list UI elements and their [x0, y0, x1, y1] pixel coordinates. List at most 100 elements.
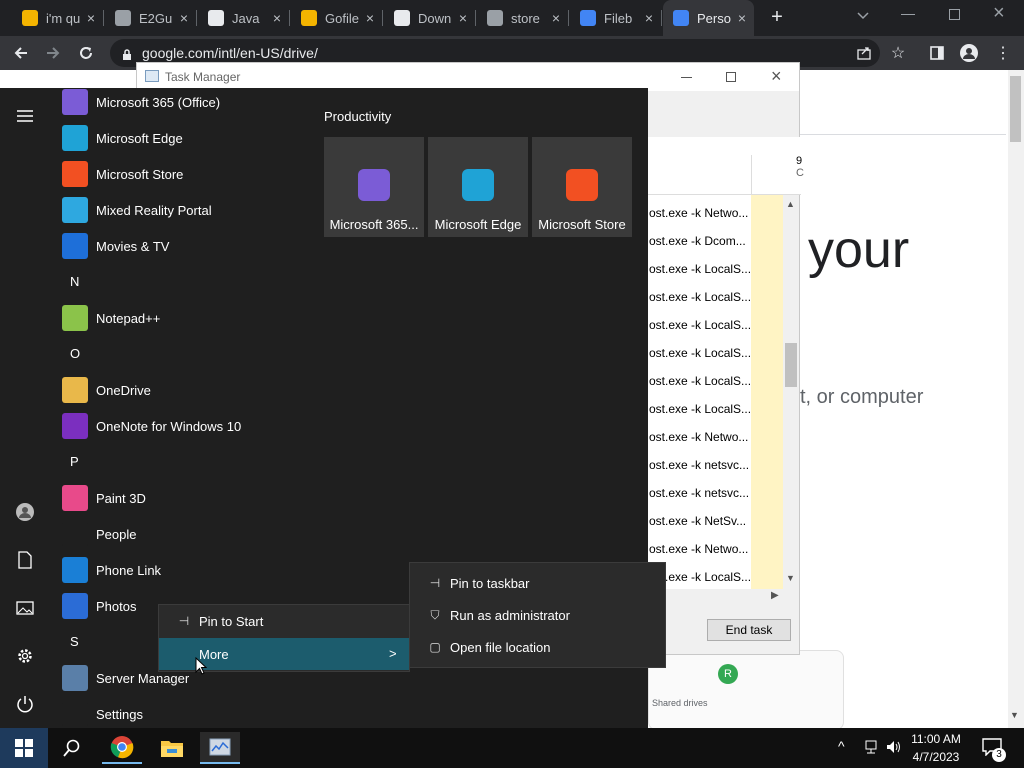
tab-close-icon[interactable]: ×	[366, 10, 374, 26]
clock-date[interactable]: 4/7/2023	[906, 750, 966, 764]
windows-start-button[interactable]	[0, 728, 48, 768]
app-list-item[interactable]: Microsoft Edge	[62, 120, 183, 156]
profile-icon[interactable]	[956, 40, 982, 66]
back-icon[interactable]	[8, 40, 34, 66]
page-scroll-thumb[interactable]	[1010, 76, 1021, 142]
tab-close-icon[interactable]: ×	[738, 10, 746, 26]
restore-window-button[interactable]	[949, 9, 960, 20]
page-divider	[800, 134, 1006, 135]
chevron-right-icon: >	[389, 646, 397, 661]
section-letter[interactable]: P	[70, 454, 79, 469]
edge-icon	[462, 169, 494, 201]
task-manager-taskbar-icon[interactable]	[200, 732, 240, 764]
tab-favicon-icon	[22, 10, 38, 26]
app-list-item[interactable]: Settings	[62, 696, 143, 732]
share-icon[interactable]	[856, 45, 872, 61]
reload-icon[interactable]	[73, 40, 99, 66]
edge-icon	[62, 125, 88, 151]
minimize-window-button[interactable]	[901, 14, 915, 15]
productivity-tile[interactable]: Microsoft Edge	[428, 137, 528, 237]
section-letter[interactable]: O	[70, 346, 80, 361]
app-list-item[interactable]: Mixed Reality Portal	[62, 192, 212, 228]
settings-gear-icon[interactable]	[13, 644, 37, 668]
app-list-item[interactable]: Notepad++	[62, 300, 160, 336]
onenote-icon	[62, 413, 88, 439]
search-icon[interactable]	[52, 732, 92, 764]
tm-close-button[interactable]: ×	[771, 66, 782, 87]
forward-icon[interactable]	[40, 40, 66, 66]
bookmark-star-icon[interactable]: ☆	[885, 40, 911, 66]
browser-tab[interactable]: E2Gu ×	[105, 0, 197, 36]
hamburger-menu-icon[interactable]	[13, 104, 37, 128]
browser-tab[interactable]: Java ×	[198, 0, 290, 36]
browser-tab[interactable]: Gofile ×	[291, 0, 383, 36]
section-letter[interactable]: S	[70, 634, 79, 649]
app-list-item[interactable]: People	[62, 516, 136, 552]
tab-title: Gofile	[325, 10, 359, 26]
app-list-item[interactable]: Photos	[62, 588, 136, 624]
page-scrollbar[interactable]	[1008, 70, 1024, 728]
tab-favicon-icon	[487, 10, 503, 26]
scroll-down-arrow-icon[interactable]: ▼	[1010, 710, 1019, 720]
app-list-item[interactable]: Phone Link	[62, 552, 161, 588]
clock-time[interactable]: 11:00 AM	[906, 732, 966, 746]
tab-title: Perso	[697, 10, 731, 26]
tab-close-icon[interactable]: ×	[87, 10, 95, 26]
onedrive-folder-icon	[62, 377, 88, 403]
tab-close-icon[interactable]: ×	[459, 10, 467, 26]
tm-scroll-thumb[interactable]	[785, 343, 797, 387]
browser-tab[interactable]: Fileb ×	[570, 0, 662, 36]
app-list-item[interactable]: Paint 3D	[62, 480, 146, 516]
volume-icon[interactable]	[886, 740, 902, 754]
section-letter[interactable]: N	[70, 274, 79, 289]
tm-scroll-right-icon[interactable]: ▶	[771, 590, 779, 601]
app-list-item[interactable]: OneDrive	[62, 372, 151, 408]
submenu-item[interactable]: ▢ Open file location	[410, 631, 665, 663]
app-list-item[interactable]: OneNote for Windows 10	[62, 408, 241, 444]
page-heading: your	[808, 221, 910, 279]
tm-vertical-scrollbar[interactable]	[783, 195, 799, 591]
tm-minimize-button[interactable]	[681, 77, 692, 78]
tab-favicon-icon	[394, 10, 410, 26]
lock-icon	[122, 47, 132, 60]
power-icon[interactable]	[13, 692, 37, 716]
tm-scroll-up-icon[interactable]: ▲	[786, 199, 795, 209]
end-task-button[interactable]: End task	[707, 619, 791, 641]
browser-tab[interactable]: store ×	[477, 0, 569, 36]
show-hidden-icons-icon[interactable]: ^	[838, 738, 845, 754]
more-menu-icon[interactable]: ⋮	[990, 40, 1016, 66]
tm-column-header[interactable]: 9 C	[751, 155, 804, 195]
tab-search-icon[interactable]	[856, 8, 870, 22]
side-panel-icon[interactable]	[924, 40, 950, 66]
pictures-icon[interactable]	[13, 596, 37, 620]
tab-close-icon[interactable]: ×	[645, 10, 653, 26]
productivity-tile[interactable]: Microsoft Store	[532, 137, 632, 237]
file-explorer-taskbar-icon[interactable]	[152, 732, 192, 764]
pin-to-start-label: Pin to Start	[199, 613, 264, 629]
tab-close-icon[interactable]: ×	[180, 10, 188, 26]
submenu-item[interactable]: ⛉ Run as administrator	[410, 599, 665, 631]
network-icon[interactable]	[862, 740, 880, 754]
start-rail	[0, 88, 50, 728]
tab-close-icon[interactable]: ×	[552, 10, 560, 26]
browser-tab[interactable]: i'm qu ×	[12, 0, 104, 36]
app-list-item[interactable]: Movies & TV	[62, 228, 169, 264]
productivity-tile[interactable]: Microsoft 365...	[324, 137, 424, 237]
tab-title: Down	[418, 10, 452, 26]
app-list-item[interactable]: Microsoft Store	[62, 156, 183, 192]
tm-maximize-button[interactable]	[726, 72, 736, 82]
browser-tab[interactable]: Perso ×	[663, 0, 754, 36]
user-account-icon[interactable]	[13, 500, 37, 524]
close-window-button[interactable]: ×	[993, 3, 1009, 23]
tm-scroll-down-icon[interactable]: ▼	[786, 573, 795, 583]
tile-label: Microsoft Edge	[434, 217, 522, 232]
submenu-item[interactable]: ⊣ Pin to taskbar	[410, 567, 665, 599]
tab-close-icon[interactable]: ×	[273, 10, 281, 26]
new-tab-button[interactable]: +	[766, 6, 788, 28]
pin-to-start-item[interactable]: ⊣ Pin to Start	[159, 605, 409, 637]
tab-separator	[289, 10, 290, 26]
app-list-item[interactable]: Microsoft 365 (Office)	[62, 84, 220, 120]
browser-tab[interactable]: Down ×	[384, 0, 476, 36]
chrome-taskbar-icon[interactable]	[102, 732, 142, 764]
documents-icon[interactable]	[13, 548, 37, 572]
